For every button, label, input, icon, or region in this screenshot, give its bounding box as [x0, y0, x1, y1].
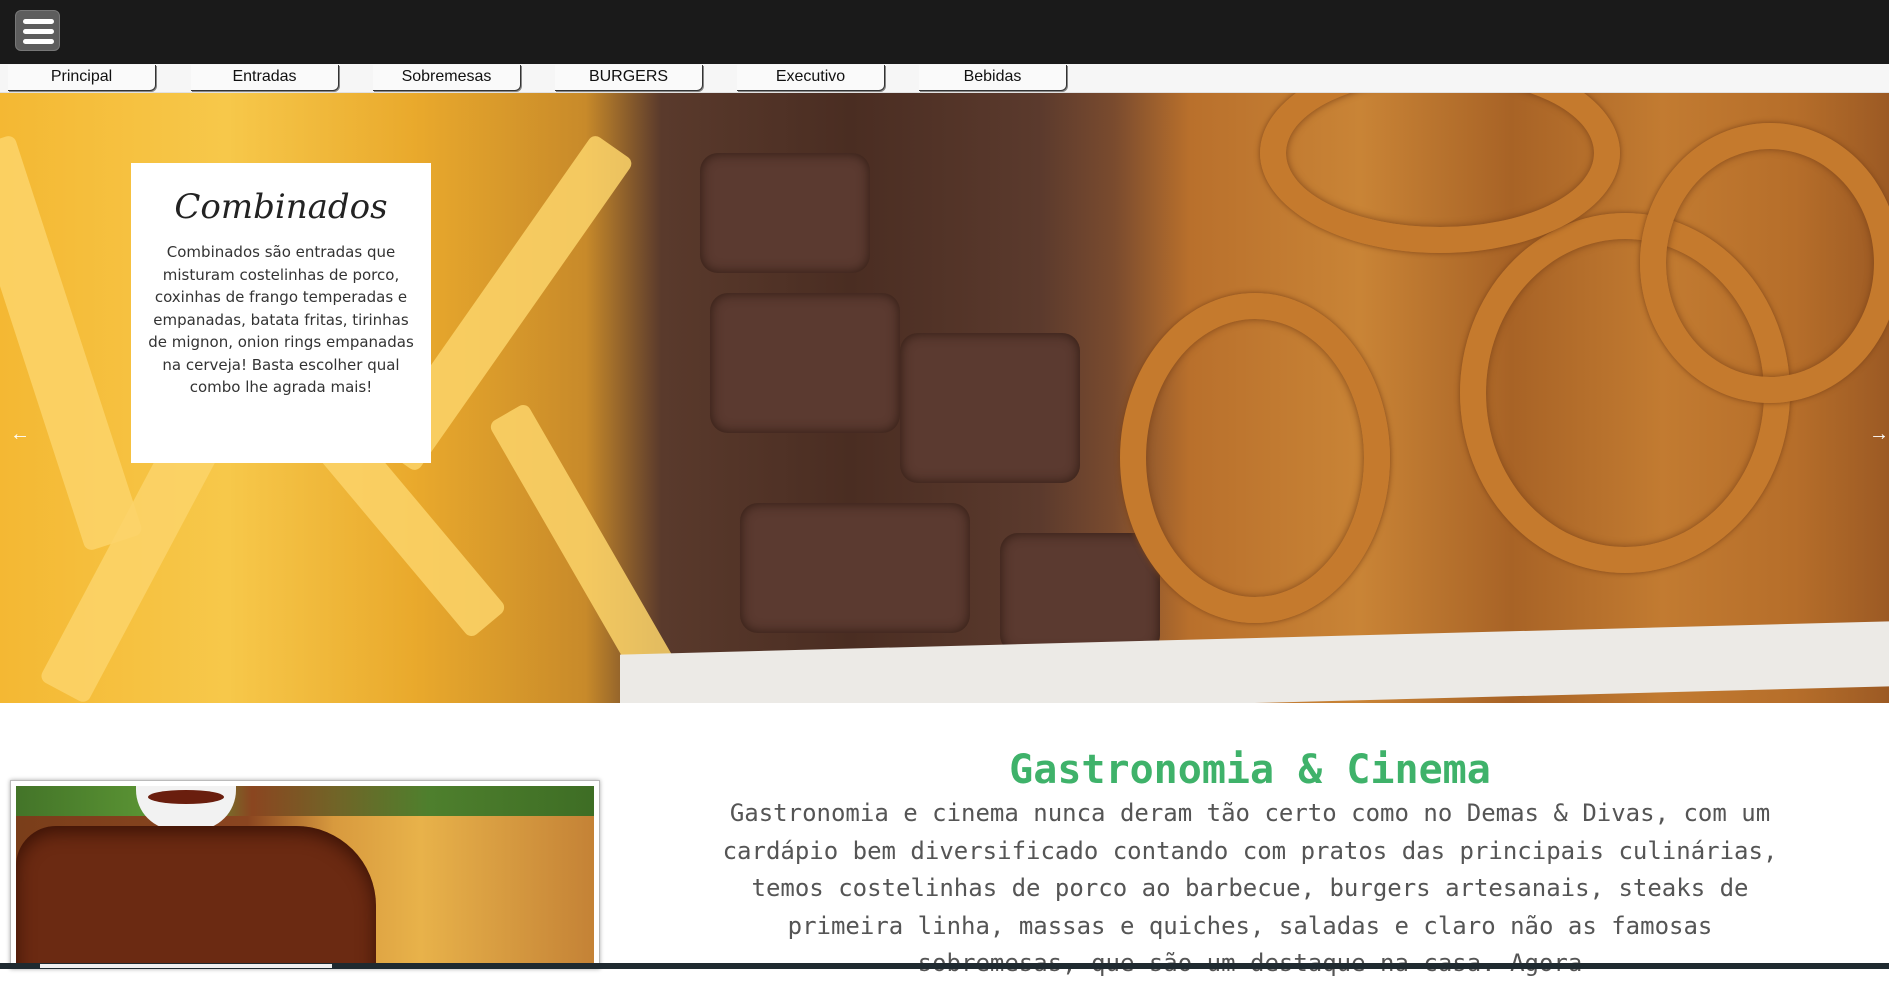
tab-sobremesas[interactable]: Sobremesas: [373, 65, 521, 91]
arrow-right-icon: →: [1869, 423, 1889, 445]
sauce-bowl-graphic: [136, 786, 236, 830]
horizontal-scrollbar[interactable]: [0, 963, 1889, 969]
category-nav: Principal Entradas Sobremesas BURGERS Ex…: [0, 64, 1889, 93]
menu-line: [23, 29, 54, 34]
hero-title: Combinados: [174, 187, 388, 227]
carousel-prev-button[interactable]: ←: [0, 333, 40, 703]
top-bar: [0, 0, 1889, 64]
steak-graphic: [700, 153, 870, 273]
carousel-next-button[interactable]: →: [1849, 333, 1889, 703]
arrow-left-icon: ←: [10, 423, 30, 445]
steak-graphic: [710, 293, 900, 433]
hamburger-menu-icon[interactable]: [15, 10, 60, 51]
ribs-photo: [10, 780, 600, 969]
hero-caption-card: Combinados Combinados são entradas que m…: [131, 163, 431, 463]
menu-line: [23, 19, 54, 24]
section-description: Gastronomia e cinema nunca deram tão cer…: [722, 799, 1778, 977]
steak-graphic: [900, 333, 1080, 483]
hero-description: Combinados são entradas que misturam cos…: [148, 243, 414, 396]
onion-ring-graphic: [1120, 293, 1390, 623]
ribs-graphic: [16, 826, 376, 963]
tab-executivo[interactable]: Executivo: [737, 65, 885, 91]
tab-principal[interactable]: Principal: [8, 65, 156, 91]
plate-graphic: [620, 621, 1889, 703]
fries-graphic: [487, 402, 677, 684]
tab-entradas[interactable]: Entradas: [191, 65, 339, 91]
hero-carousel: Combinados Combinados são entradas que m…: [0, 93, 1889, 703]
ribs-photo-image: [16, 786, 594, 963]
scrollbar-thumb[interactable]: [40, 964, 332, 968]
steak-graphic: [1000, 533, 1160, 653]
menu-line: [23, 39, 54, 44]
about-section: Gastronomia & Cinema Gastronomia e cinem…: [0, 703, 1889, 977]
section-title: Gastronomia & Cinema: [1009, 747, 1491, 793]
steak-graphic: [740, 503, 970, 633]
tab-burgers[interactable]: BURGERS: [555, 65, 703, 91]
tab-bebidas[interactable]: Bebidas: [919, 65, 1067, 91]
greens-graphic: [16, 786, 594, 816]
